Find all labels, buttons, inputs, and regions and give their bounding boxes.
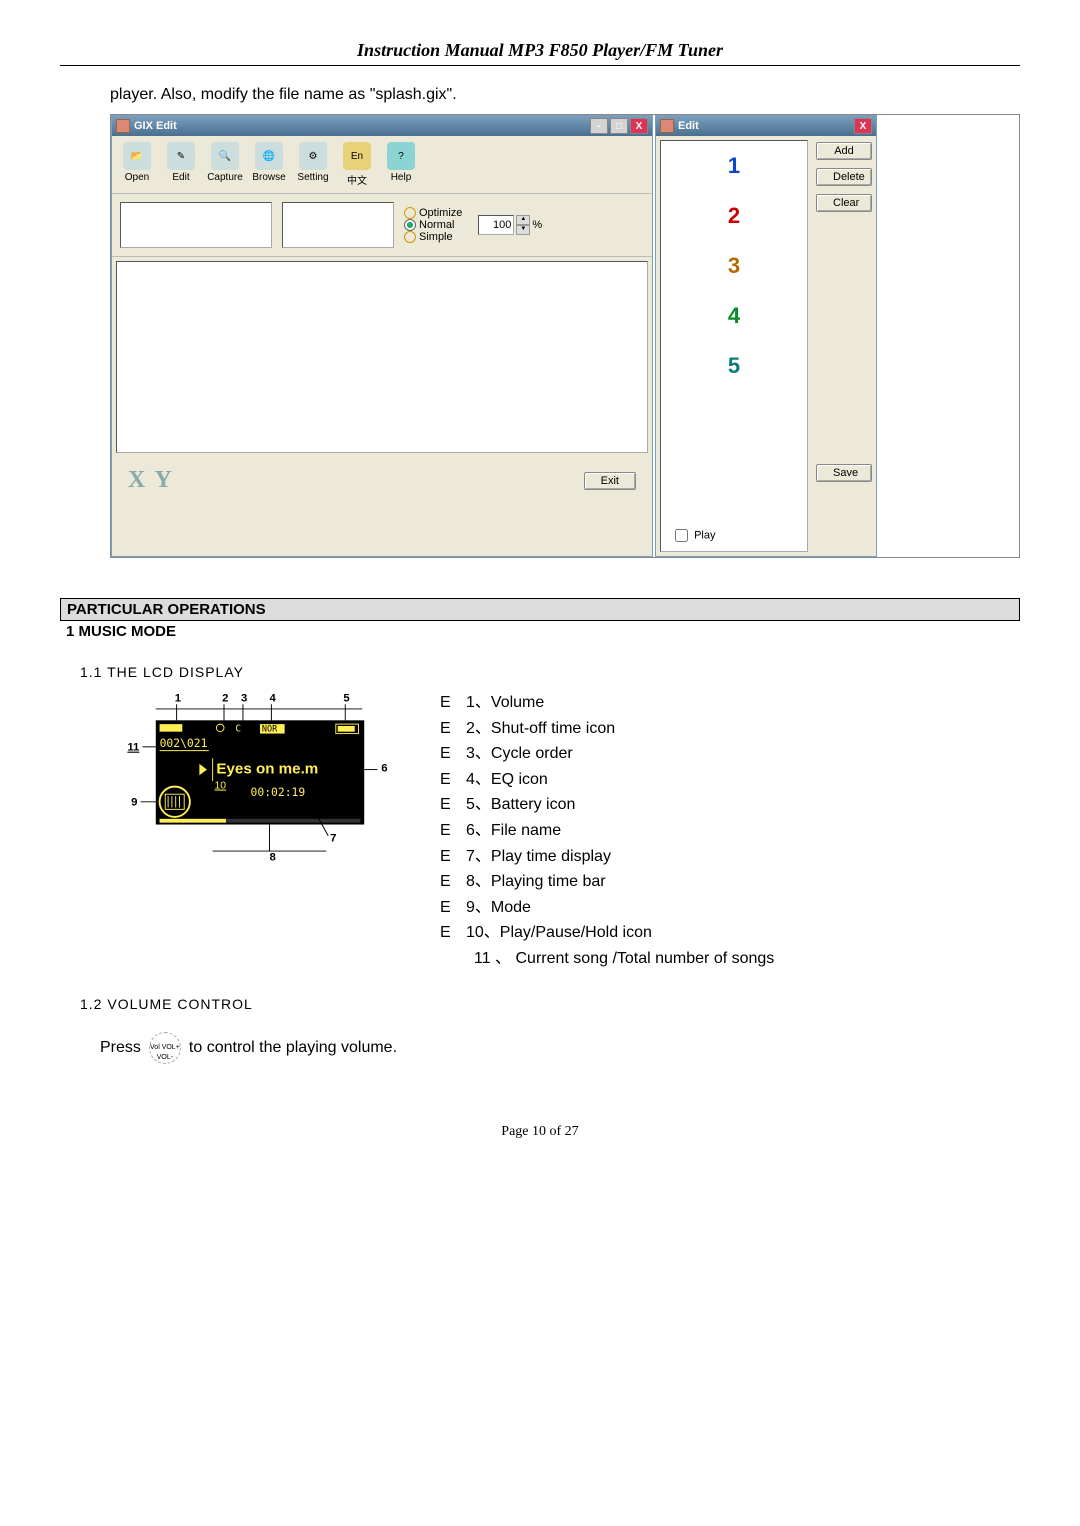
maximize-button[interactable]: □	[610, 118, 628, 134]
edit-window: Edit X 1 2 3 4 5 Play Add Delete	[655, 115, 877, 557]
edit-close-button[interactable]: X	[854, 118, 872, 134]
screenshot-app-row: GIX Edit - □ X 📂Open ✎Edit 🔍Capture 🌐Bro…	[110, 114, 1020, 558]
section-particular-operations: PARTICULAR OPERATIONS	[60, 598, 1020, 620]
browse-icon: 🌐	[255, 142, 283, 170]
callout-5: 5	[343, 692, 349, 704]
list-item[interactable]: 3	[661, 241, 807, 291]
radio-normal[interactable]: Normal	[404, 219, 462, 231]
callout-9: 9	[131, 797, 137, 809]
add-button[interactable]: Add	[816, 142, 872, 160]
gix-canvas	[116, 261, 648, 453]
page-footer: Page 10 of 27	[60, 1124, 1020, 1140]
gix-titlebar: GIX Edit - □ X	[112, 116, 652, 136]
play-label: Play	[694, 529, 715, 541]
lang-icon: En	[343, 142, 371, 170]
edit-titlebar: Edit X	[656, 116, 876, 136]
vol-text-rest: to control the playing volume.	[189, 1039, 397, 1057]
svg-text:00:02:19: 00:02:19	[251, 785, 306, 799]
clear-button[interactable]: Clear	[816, 194, 872, 212]
callout-4: 4	[269, 692, 276, 704]
list-item[interactable]: 4	[661, 291, 807, 341]
spin-up-icon[interactable]: ▲	[516, 215, 530, 225]
xy-readout: X Y	[128, 467, 174, 494]
gix-toolbar: 📂Open ✎Edit 🔍Capture 🌐Browse ⚙Setting En…	[112, 136, 652, 194]
edit-title-text: Edit	[678, 120, 699, 132]
toolbar-help[interactable]: ?Help	[380, 142, 422, 187]
subhead-volume-control: 1.2 VOLUME CONTROL	[80, 996, 1020, 1012]
setting-icon: ⚙	[299, 142, 327, 170]
radio-simple[interactable]: Simple	[404, 231, 462, 243]
delete-button[interactable]: Delete	[816, 168, 872, 186]
gix-options-row: Optimize Normal Simple ▲▼ %	[112, 194, 652, 257]
preview-box-2	[282, 202, 394, 248]
svg-text:10: 10	[215, 781, 227, 792]
gix-title-text: GIX Edit	[134, 120, 177, 132]
lcd-legend: E1、Volume E2、Shut-off time icon E3、Cycle…	[440, 690, 774, 972]
edit-app-icon	[660, 119, 674, 133]
svg-text:C: C	[235, 724, 241, 735]
spin-down-icon[interactable]: ▼	[516, 225, 530, 235]
toolbar-edit[interactable]: ✎Edit	[160, 142, 202, 187]
gix-edit-window: GIX Edit - □ X 📂Open ✎Edit 🔍Capture 🌐Bro…	[111, 115, 653, 557]
svg-text:002\021: 002\021	[160, 736, 208, 750]
callout-8: 8	[269, 852, 275, 864]
play-checkbox-row[interactable]: Play	[661, 520, 807, 551]
exit-button[interactable]: Exit	[584, 472, 636, 490]
list-item[interactable]: 2	[661, 191, 807, 241]
close-button[interactable]: X	[630, 118, 648, 134]
toolbar-browse[interactable]: 🌐Browse	[248, 142, 290, 187]
callout-2: 2	[222, 692, 228, 704]
toolbar-setting[interactable]: ⚙Setting	[292, 142, 334, 187]
toolbar-capture[interactable]: 🔍Capture	[204, 142, 246, 187]
intro-paragraph: player. Also, modify the file name as "s…	[110, 86, 1020, 104]
list-item[interactable]: 5	[661, 341, 807, 391]
callout-1: 1	[175, 692, 181, 704]
volume-button-icon: Vol VOL+ VOL-	[149, 1032, 181, 1064]
lcd-diagram: 1 2 3 4 5 C NOR 002\021	[110, 690, 410, 875]
radio-optimize[interactable]: Optimize	[404, 207, 462, 219]
open-icon: 📂	[123, 142, 151, 170]
list-item[interactable]: 1	[661, 141, 807, 191]
toolbar-open[interactable]: 📂Open	[116, 142, 158, 187]
edit-frame-list[interactable]: 1 2 3 4 5 Play	[660, 140, 808, 552]
svg-text:NOR: NOR	[262, 725, 278, 735]
section-music-mode: 1 MUSIC MODE	[60, 620, 1020, 640]
vol-text-press: Press	[100, 1039, 141, 1057]
percent-spinner[interactable]: ▲▼ %	[478, 215, 542, 235]
callout-3: 3	[241, 692, 247, 704]
help-icon: ?	[387, 142, 415, 170]
gix-app-icon	[116, 119, 130, 133]
save-button[interactable]: Save	[816, 464, 872, 482]
callout-6: 6	[381, 762, 387, 774]
callout-11: 11	[127, 742, 139, 754]
play-checkbox[interactable]	[675, 529, 688, 542]
toolbar-lang[interactable]: En中文	[336, 142, 378, 187]
minimize-button[interactable]: -	[590, 118, 608, 134]
quality-radios: Optimize Normal Simple	[404, 207, 462, 243]
edit-icon: ✎	[167, 142, 195, 170]
callout-7: 7	[330, 833, 336, 845]
preview-box-1	[120, 202, 272, 248]
percent-unit: %	[532, 219, 542, 231]
capture-icon: 🔍	[211, 142, 239, 170]
legend-tail: 11 、 Current song /Total number of songs	[440, 946, 774, 972]
subhead-lcd-display: 1.1 THE LCD DISPLAY	[80, 664, 1020, 680]
volume-instruction: Press Vol VOL+ VOL- to control the playi…	[100, 1032, 1020, 1064]
percent-input[interactable]	[478, 215, 514, 235]
page-header-title: Instruction Manual MP3 F850 Player/FM Tu…	[60, 40, 1020, 66]
svg-text:Eyes on me.m: Eyes on me.m	[216, 760, 318, 777]
